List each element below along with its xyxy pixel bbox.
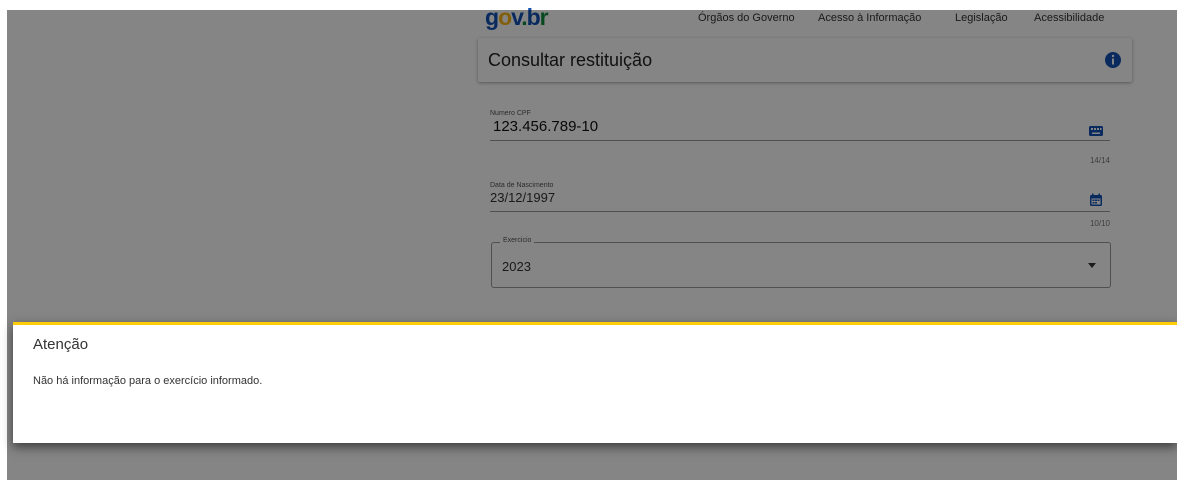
alert-title: Atenção: [33, 336, 89, 353]
alert-dialog: Atenção Não há informação para o exercíc…: [13, 322, 1177, 443]
page: gov.br Órgãos do Governo Acesso à Inform…: [0, 0, 1177, 480]
alert-message: Não há informação para o exercício infor…: [33, 375, 263, 387]
